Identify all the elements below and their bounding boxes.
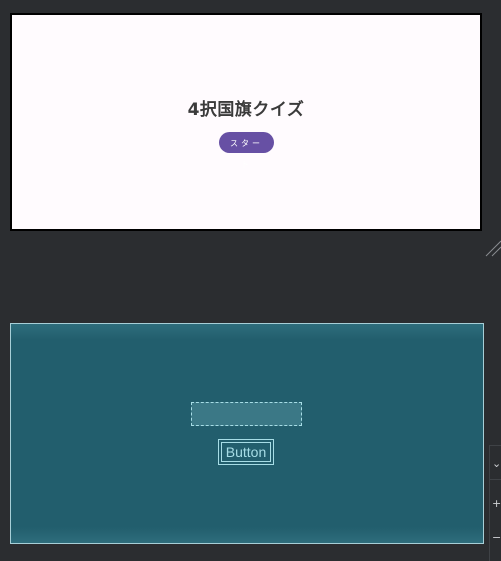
toolbar-collapse-icon[interactable]: ⌄: [492, 458, 501, 470]
zoom-in-icon[interactable]: +: [492, 498, 501, 510]
blueprint-button-outline[interactable]: Button: [218, 439, 274, 465]
design-preview-frame[interactable]: 4択国旗クイズ スタート: [10, 13, 482, 231]
zoom-out-icon[interactable]: −: [492, 532, 501, 544]
blueprint-button-label: Button: [221, 442, 271, 462]
quiz-title-text[interactable]: 4択国旗クイズ: [12, 95, 480, 120]
blueprint-top-band: [11, 324, 483, 340]
zoom-toolbar: ⌄ + −: [489, 445, 501, 561]
blueprint-preview-frame[interactable]: Button: [10, 323, 484, 544]
blueprint-bottom-band: [11, 527, 483, 543]
toolbar-divider: [490, 479, 501, 480]
start-button[interactable]: スタート: [219, 132, 274, 169]
layout-editor-canvas: 4択国旗クイズ スタート Button ⌄ + −: [0, 0, 501, 561]
blueprint-title-placeholder[interactable]: [191, 402, 302, 426]
resize-handle-icon[interactable]: [484, 236, 501, 258]
